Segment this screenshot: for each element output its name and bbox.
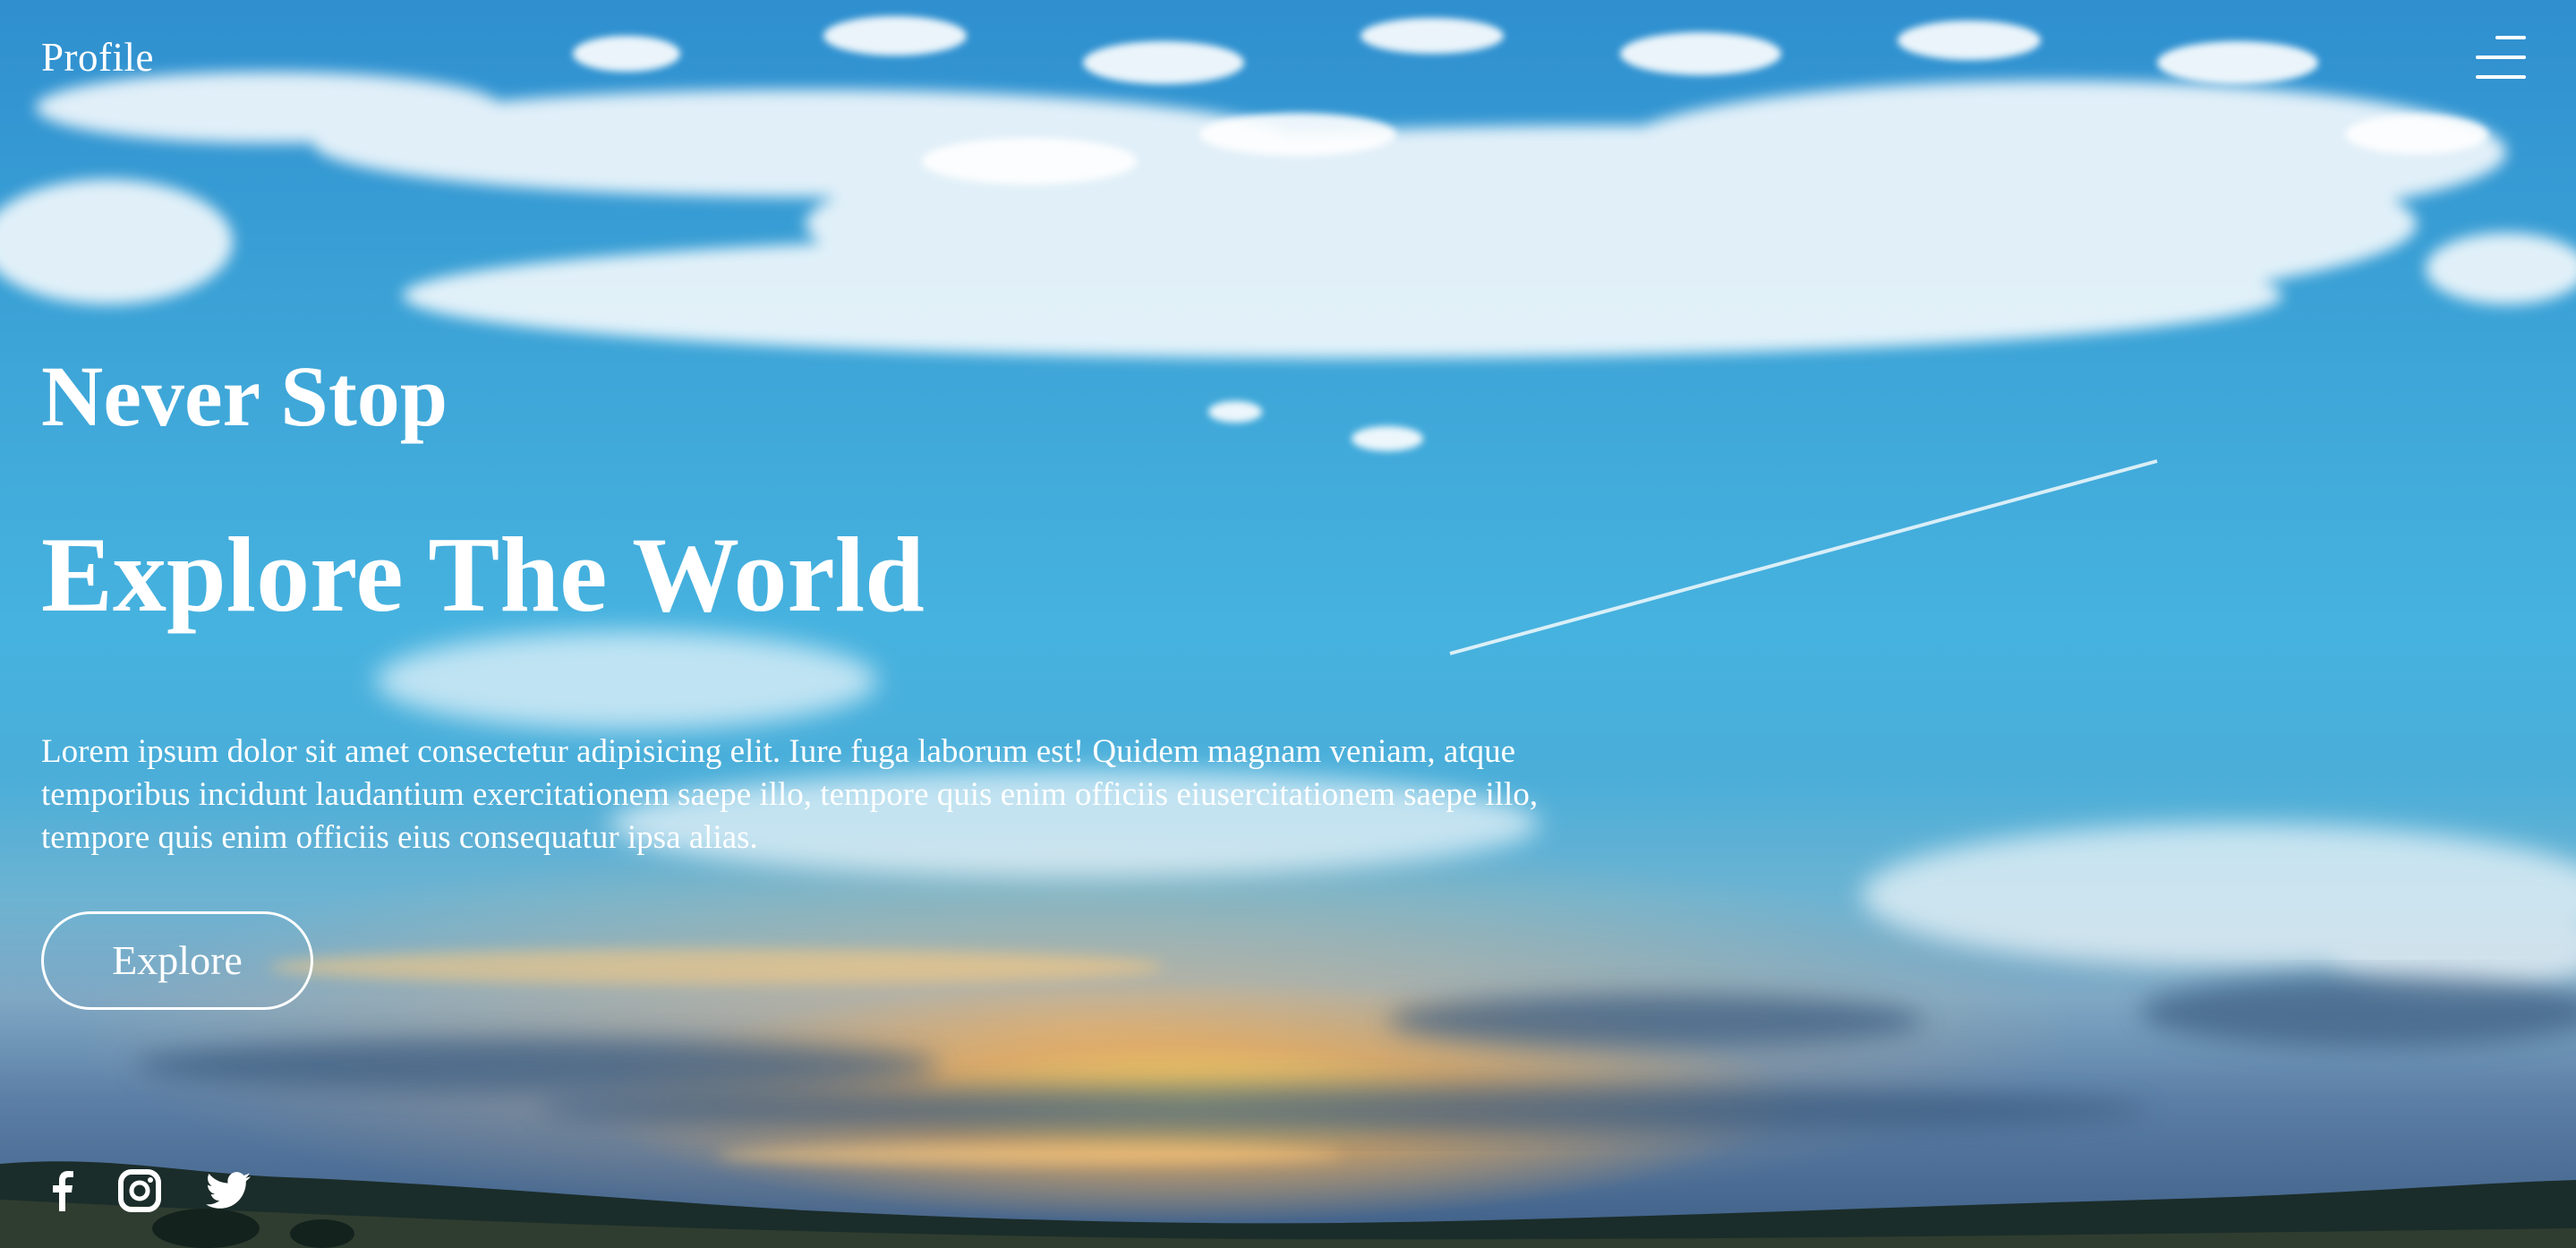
instagram-icon[interactable] <box>118 1169 161 1212</box>
hero-subtitle: Never Stop <box>41 348 448 444</box>
hero-title: Explore The World <box>41 514 925 634</box>
facebook-icon[interactable] <box>50 1170 73 1211</box>
hamburger-menu-icon[interactable] <box>2476 36 2526 81</box>
menu-bar <box>2495 36 2526 39</box>
profile-link[interactable]: Profile <box>41 34 154 81</box>
social-links <box>50 1169 295 1212</box>
menu-bar <box>2476 75 2526 79</box>
menu-bar <box>2476 56 2526 59</box>
explore-button[interactable]: Explore <box>41 910 313 1010</box>
hero-description: Lorem ipsum dolor sit amet consectetur a… <box>41 732 1539 856</box>
hero-section: Profile Never Stop Explore The World Lor… <box>0 0 2576 1248</box>
hero-content: Never Stop Explore The World Lorem ipsum… <box>41 349 1545 1010</box>
twitter-icon[interactable] <box>206 1172 251 1210</box>
